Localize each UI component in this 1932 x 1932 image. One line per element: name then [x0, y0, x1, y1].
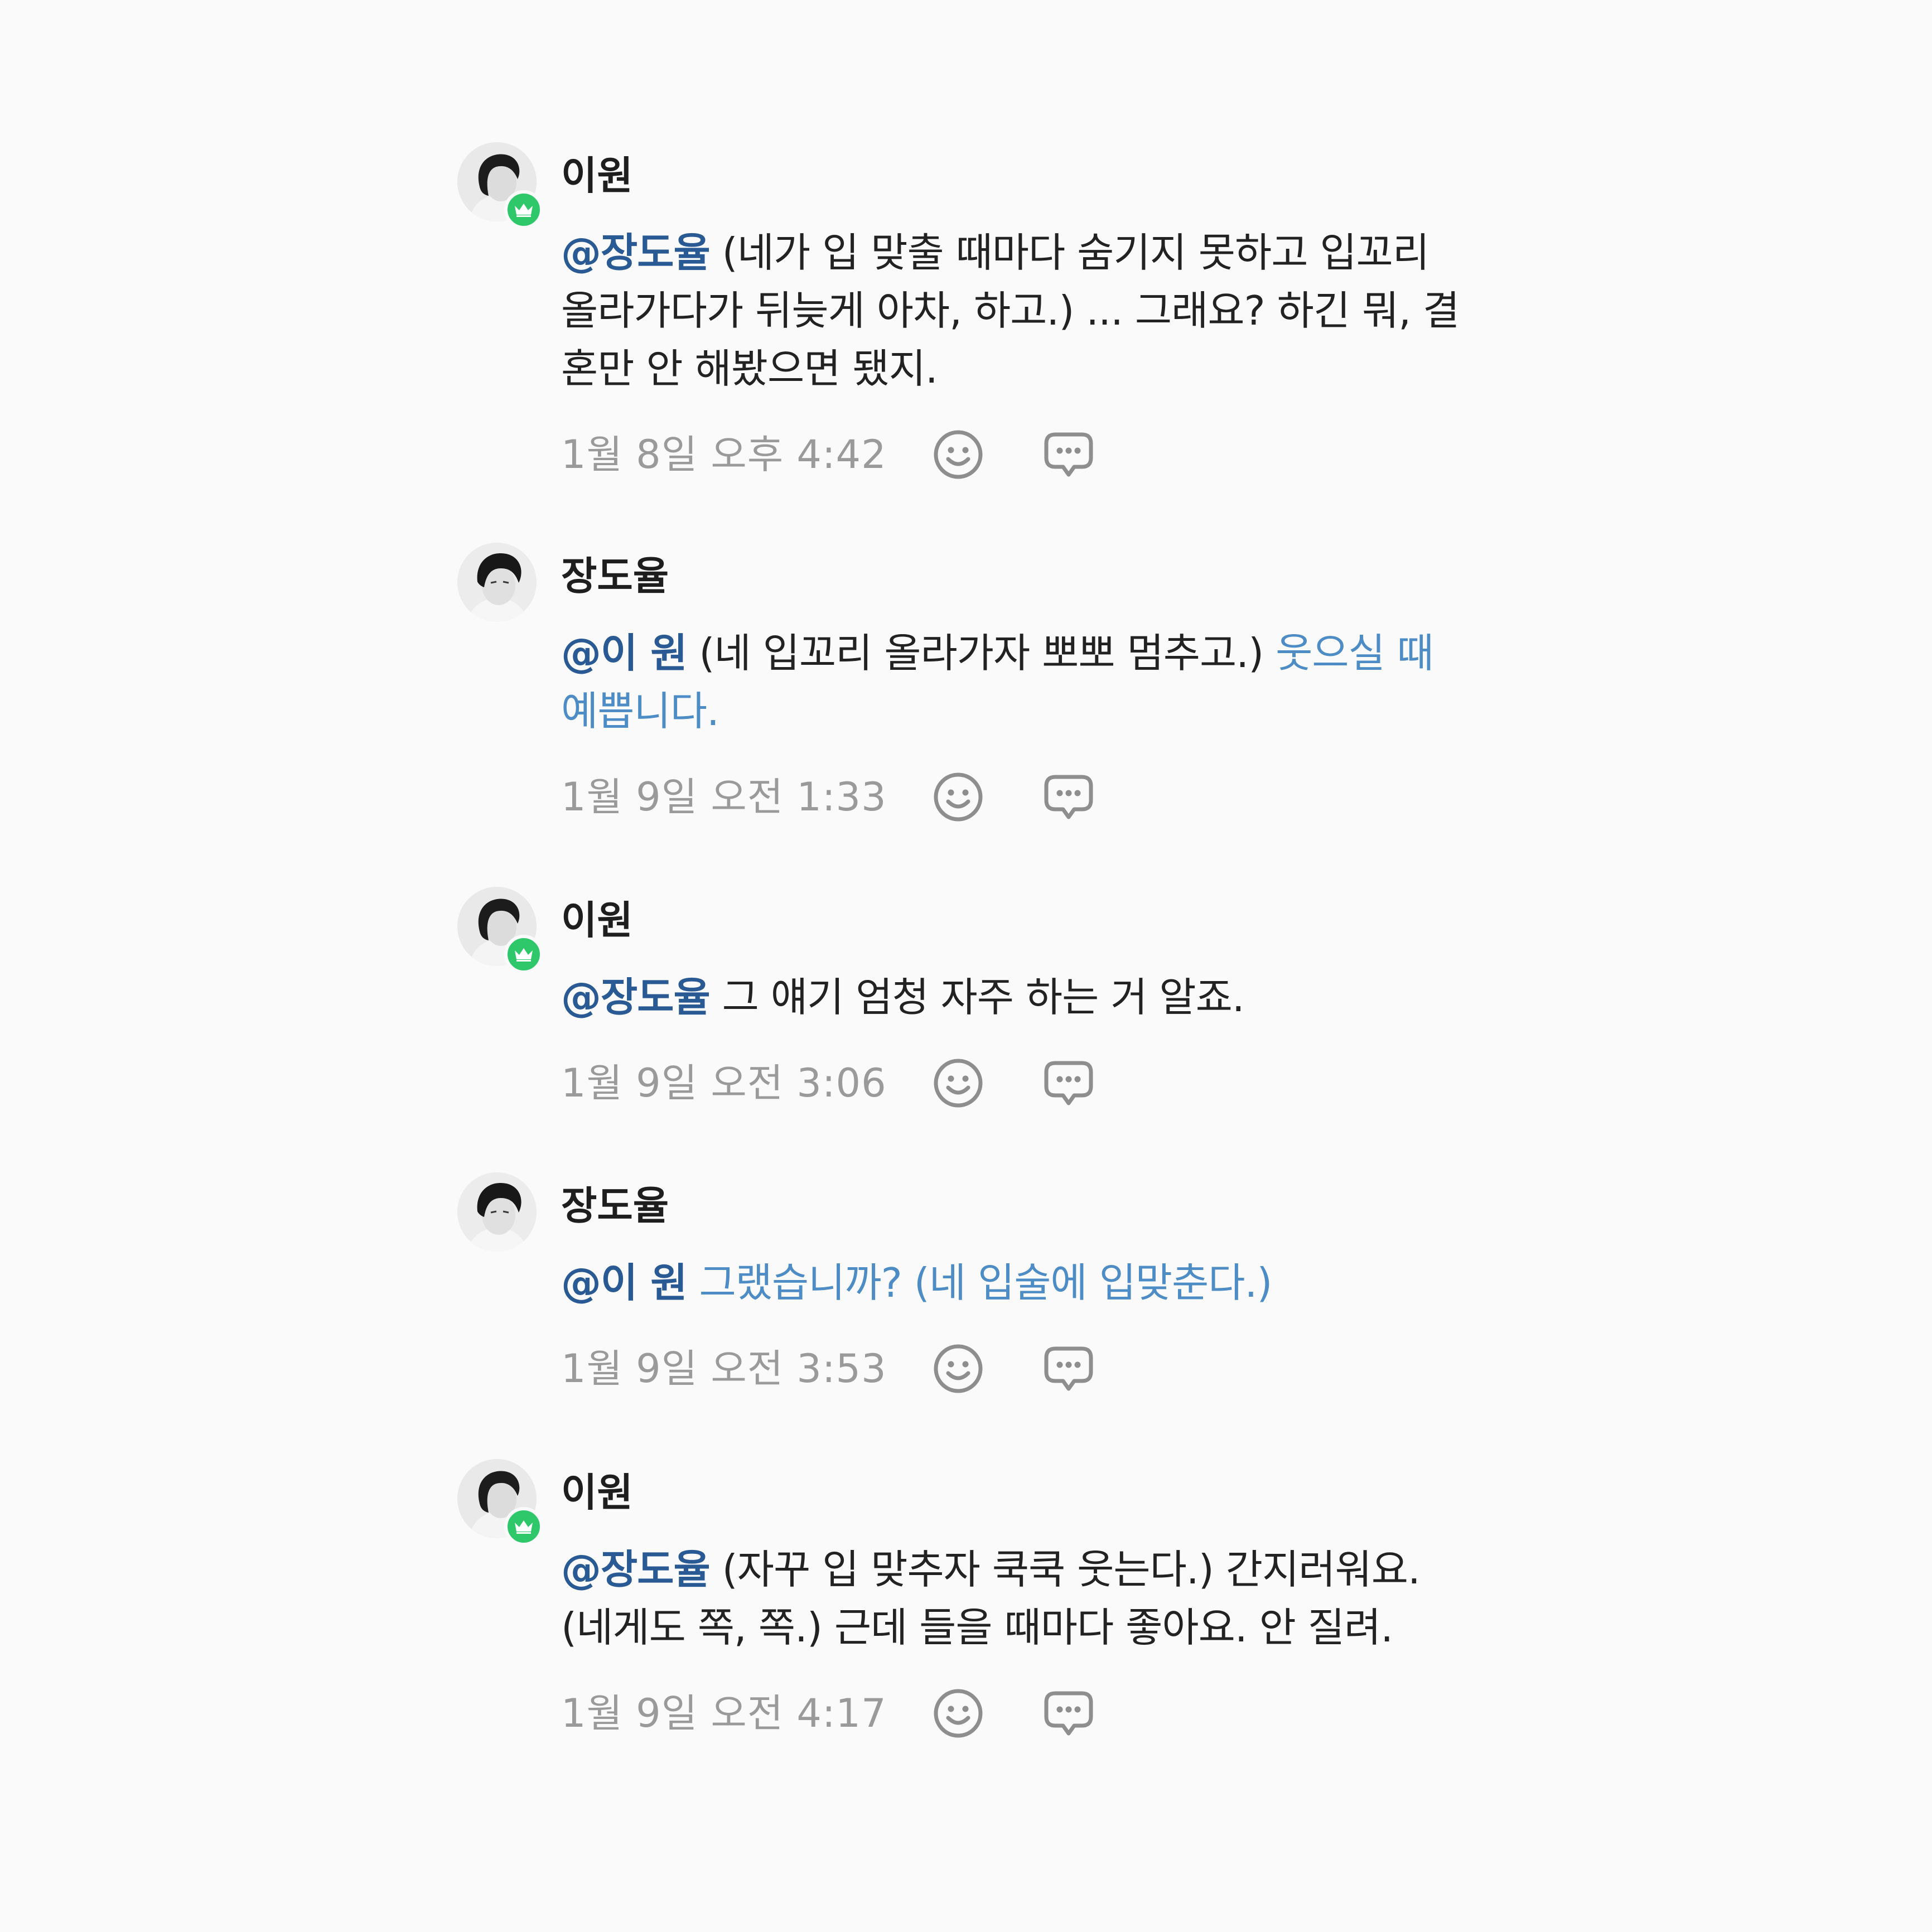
comment-text: (네 입꼬리 올라가자 뽀뽀 멈추고.): [687, 630, 1276, 677]
crown-icon: [515, 1520, 533, 1534]
comment-body: @장도율 (자꾸 입 맞추자 쿡쿡 웃는다.) 간지러워요. (네게도 쪽, 쪽…: [561, 1540, 1465, 1656]
avatar[interactable]: [457, 887, 543, 974]
comment-text: 그 얘기 엄청 자주 하는 거 알죠.: [709, 974, 1245, 1021]
avatar[interactable]: [457, 1172, 537, 1252]
reply-button[interactable]: [1042, 1687, 1095, 1740]
highlighted-text: 그랬습니까? (네 입술에 입맞춘다.): [699, 1259, 1272, 1306]
comment-meta: 1월 9일 오전 4:17: [561, 1685, 1465, 1741]
smiley-icon: [934, 430, 983, 479]
author-name[interactable]: 이원: [561, 1466, 1465, 1519]
reply-button[interactable]: [1042, 770, 1095, 824]
comment-meta: 1월 9일 오전 3:06: [561, 1055, 1465, 1111]
mention-link[interactable]: @장도율: [561, 974, 711, 1021]
author-name[interactable]: 이원: [561, 893, 1465, 947]
comment-body: @이 원 그랬습니까? (네 입술에 입맞춘다.): [561, 1254, 1465, 1312]
comment-body: @장도율 그 얘기 엄청 자주 하는 거 알죠.: [561, 968, 1465, 1026]
author-name[interactable]: 장도율: [561, 549, 1465, 603]
reply-button[interactable]: [1042, 1056, 1095, 1110]
reaction-button[interactable]: [931, 1342, 985, 1395]
timestamp: 1월 9일 오전 1:33: [561, 774, 887, 820]
mention-link[interactable]: @이 원: [561, 630, 688, 677]
smiley-icon: [934, 1344, 983, 1393]
mention-link[interactable]: @장도율: [561, 229, 711, 276]
crown-icon: [515, 204, 533, 217]
reaction-button[interactable]: [931, 428, 985, 481]
smiley-icon: [934, 772, 983, 822]
reaction-button[interactable]: [931, 1056, 985, 1110]
reaction-button[interactable]: [931, 770, 985, 824]
comment-body: @이 원 (네 입꼬리 올라가자 뽀뽀 멈추고.) 웃으실 때 예쁩니다.: [561, 624, 1465, 740]
comment-feed: 이원 @장도율 (네가 입 맞출 때마다 숨기지 못하고 입꼬리 올라가다가 뒤…: [0, 0, 1932, 1932]
speech-bubble-icon: [1044, 1691, 1093, 1736]
speech-bubble-icon: [1044, 1346, 1093, 1391]
speech-bubble-icon: [1044, 432, 1093, 477]
reply-button[interactable]: [1042, 428, 1095, 481]
crown-badge: [504, 935, 543, 974]
crown-badge: [504, 190, 543, 229]
comment-meta: 1월 8일 오후 4:42: [561, 427, 1465, 482]
speech-bubble-icon: [1044, 1061, 1093, 1105]
avatar-image: [457, 1172, 537, 1252]
crown-icon: [515, 948, 533, 962]
reaction-button[interactable]: [931, 1687, 985, 1740]
avatar[interactable]: [457, 1459, 543, 1546]
timestamp: 1월 9일 오전 3:53: [561, 1346, 887, 1392]
timestamp: 1월 9일 오전 3:06: [561, 1060, 887, 1106]
crown-badge: [504, 1507, 543, 1546]
author-name[interactable]: 이원: [561, 149, 1465, 202]
smiley-icon: [934, 1689, 983, 1738]
mention-link[interactable]: @이 원: [561, 1259, 688, 1306]
timestamp: 1월 9일 오전 4:17: [561, 1690, 887, 1736]
comment-body: @장도율 (네가 입 맞출 때마다 숨기지 못하고 입꼬리 올라가다가 뒤늦게 …: [561, 224, 1465, 398]
avatar[interactable]: [457, 142, 543, 229]
timestamp: 1월 8일 오후 4:42: [561, 432, 887, 477]
avatar[interactable]: [457, 543, 537, 622]
mention-link[interactable]: @장도율: [561, 1546, 711, 1593]
comment-text: [687, 1259, 699, 1306]
avatar-image: [457, 543, 537, 622]
reply-button[interactable]: [1042, 1342, 1095, 1395]
author-name[interactable]: 장도율: [561, 1179, 1465, 1233]
speech-bubble-icon: [1044, 775, 1093, 819]
comment-meta: 1월 9일 오전 1:33: [561, 769, 1465, 825]
comment-meta: 1월 9일 오전 3:53: [561, 1341, 1465, 1397]
smiley-icon: [934, 1059, 983, 1108]
